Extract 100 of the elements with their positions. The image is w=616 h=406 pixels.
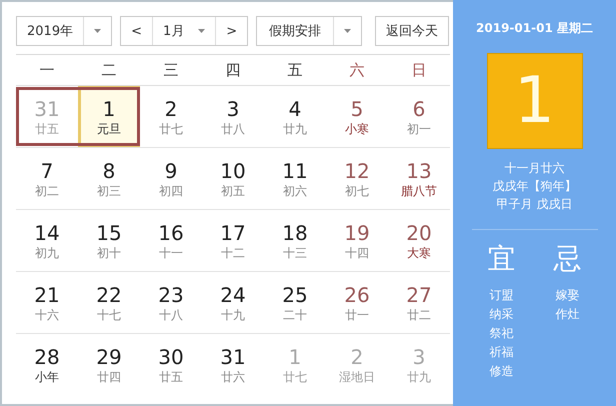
day-number: 30 — [158, 346, 184, 368]
day-number: 26 — [344, 284, 370, 306]
day-cell[interactable]: 3 廿八 — [202, 86, 264, 148]
almanac-heading: 忌 — [554, 241, 582, 277]
lunar-date: 初七 — [345, 184, 369, 198]
day-cell[interactable]: 22 十七 — [78, 272, 140, 334]
day-number: 12 — [344, 160, 370, 182]
almanac-item: 订盟 — [490, 287, 514, 304]
lunar-date: 廿九 — [407, 370, 431, 384]
almanac-heading: 宜 — [488, 241, 516, 277]
day-cell[interactable]: 11 初六 — [264, 148, 326, 210]
day-number: 28 — [34, 346, 60, 368]
day-number: 4 — [288, 98, 302, 120]
weekday-header: 三 — [140, 55, 202, 86]
year-text: 戊戌年【狗年】 — [492, 178, 576, 195]
lunar-date: 初九 — [35, 246, 59, 260]
lunar-date: 初三 — [97, 184, 121, 198]
lunar-date: 小年 — [35, 370, 59, 384]
day-number: 9 — [164, 160, 178, 182]
day-cell[interactable]: 2 廿七 — [140, 86, 202, 148]
day-cell[interactable]: 29 廿四 — [78, 334, 140, 396]
lunar-date: 十六 — [35, 308, 59, 322]
lunar-date-text: 十一月廿六 — [504, 160, 564, 177]
caret-icon — [198, 29, 206, 33]
lunar-date: 腊八节 — [401, 184, 437, 198]
day-cell[interactable]: 27 廿二 — [388, 272, 450, 334]
back-to-today-button[interactable]: 返回今天 — [375, 16, 449, 46]
almanac-item: 祭祀 — [490, 325, 514, 342]
lunar-date: 初十 — [97, 246, 121, 260]
day-number: 6 — [412, 98, 426, 120]
lunar-date: 廿七 — [159, 122, 183, 136]
lunar-date: 十三 — [283, 246, 307, 260]
lunar-date: 初四 — [159, 184, 183, 198]
day-cell[interactable]: 15 初十 — [78, 210, 140, 272]
day-cell[interactable]: 20 大寒 — [388, 210, 450, 272]
caret-icon — [94, 29, 102, 33]
day-cell[interactable]: 26 廿一 — [326, 272, 388, 334]
lunar-date: 廿九 — [283, 122, 307, 136]
day-number: 10 — [220, 160, 246, 182]
lunar-date: 廿二 — [407, 308, 431, 322]
ganzhi-text: 甲子月 戊戌日 — [496, 196, 572, 213]
lunar-date: 十七 — [97, 308, 121, 322]
day-cell[interactable]: 30 廿五 — [140, 334, 202, 396]
lunar-date: 廿六 — [221, 370, 245, 384]
lunar-date: 廿一 — [345, 308, 369, 322]
day-cell[interactable]: 4 廿九 — [264, 86, 326, 148]
lunar-date: 廿五 — [35, 122, 59, 136]
day-number: 1 — [102, 98, 116, 120]
day-cell[interactable]: 28 小年 — [16, 334, 78, 396]
day-cell[interactable]: 1 元旦 — [78, 86, 140, 148]
day-number: 31 — [220, 346, 246, 368]
day-cell[interactable]: 10 初五 — [202, 148, 264, 210]
holiday-select[interactable]: 假期安排 — [256, 16, 362, 46]
day-number: 3 — [412, 346, 426, 368]
day-number: 21 — [34, 284, 60, 306]
day-cell[interactable]: 19 十四 — [326, 210, 388, 272]
lunar-date: 廿八 — [221, 122, 245, 136]
lunar-date: 小寒 — [345, 122, 369, 136]
almanac-item: 修造 — [490, 363, 514, 380]
day-cell[interactable]: 17 十二 — [202, 210, 264, 272]
day-number: 15 — [96, 222, 122, 244]
day-cell[interactable]: 7 初二 — [16, 148, 78, 210]
day-cell[interactable]: 6 初一 — [388, 86, 450, 148]
day-number: 25 — [282, 284, 308, 306]
day-cell[interactable]: 14 初九 — [16, 210, 78, 272]
almanac-item: 纳采 — [490, 306, 514, 323]
day-cell[interactable]: 24 十九 — [202, 272, 264, 334]
lunar-date: 廿五 — [159, 370, 183, 384]
day-number: 7 — [40, 160, 54, 182]
weekday-header: 日 — [388, 55, 450, 86]
lunar-date: 初六 — [283, 184, 307, 198]
day-number: 31 — [34, 98, 60, 120]
lunar-date: 元旦 — [97, 122, 121, 136]
month-picker[interactable]: < 1月 > — [120, 16, 248, 46]
year-select[interactable]: 2019年 — [16, 16, 112, 46]
almanac-item: 嫁娶 — [556, 287, 580, 304]
day-cell[interactable]: 12 初七 — [326, 148, 388, 210]
day-number: 29 — [96, 346, 122, 368]
day-cell[interactable]: 21 十六 — [16, 272, 78, 334]
day-cell[interactable]: 23 十八 — [140, 272, 202, 334]
day-cell[interactable]: 13 腊八节 — [388, 148, 450, 210]
day-number: 1 — [288, 346, 302, 368]
day-cell[interactable]: 16 十一 — [140, 210, 202, 272]
lunar-date: 廿四 — [97, 370, 121, 384]
day-cell[interactable]: 9 初四 — [140, 148, 202, 210]
day-number: 17 — [220, 222, 246, 244]
lunar-date: 初二 — [35, 184, 59, 198]
day-cell[interactable]: 18 十三 — [264, 210, 326, 272]
day-number: 2 — [350, 346, 364, 368]
day-number: 5 — [350, 98, 364, 120]
day-cell[interactable]: 8 初三 — [78, 148, 140, 210]
day-number: 11 — [282, 160, 308, 182]
day-cell[interactable]: 31 廿六 — [202, 334, 264, 396]
day-cell[interactable]: 5 小寒 — [326, 86, 388, 148]
day-number: 16 — [158, 222, 184, 244]
day-number: 2 — [164, 98, 178, 120]
lunar-date: 湿地日 — [339, 370, 375, 384]
day-cell[interactable]: 25 二十 — [264, 272, 326, 334]
day-number: 19 — [344, 222, 370, 244]
lunar-date: 十二 — [221, 246, 245, 260]
